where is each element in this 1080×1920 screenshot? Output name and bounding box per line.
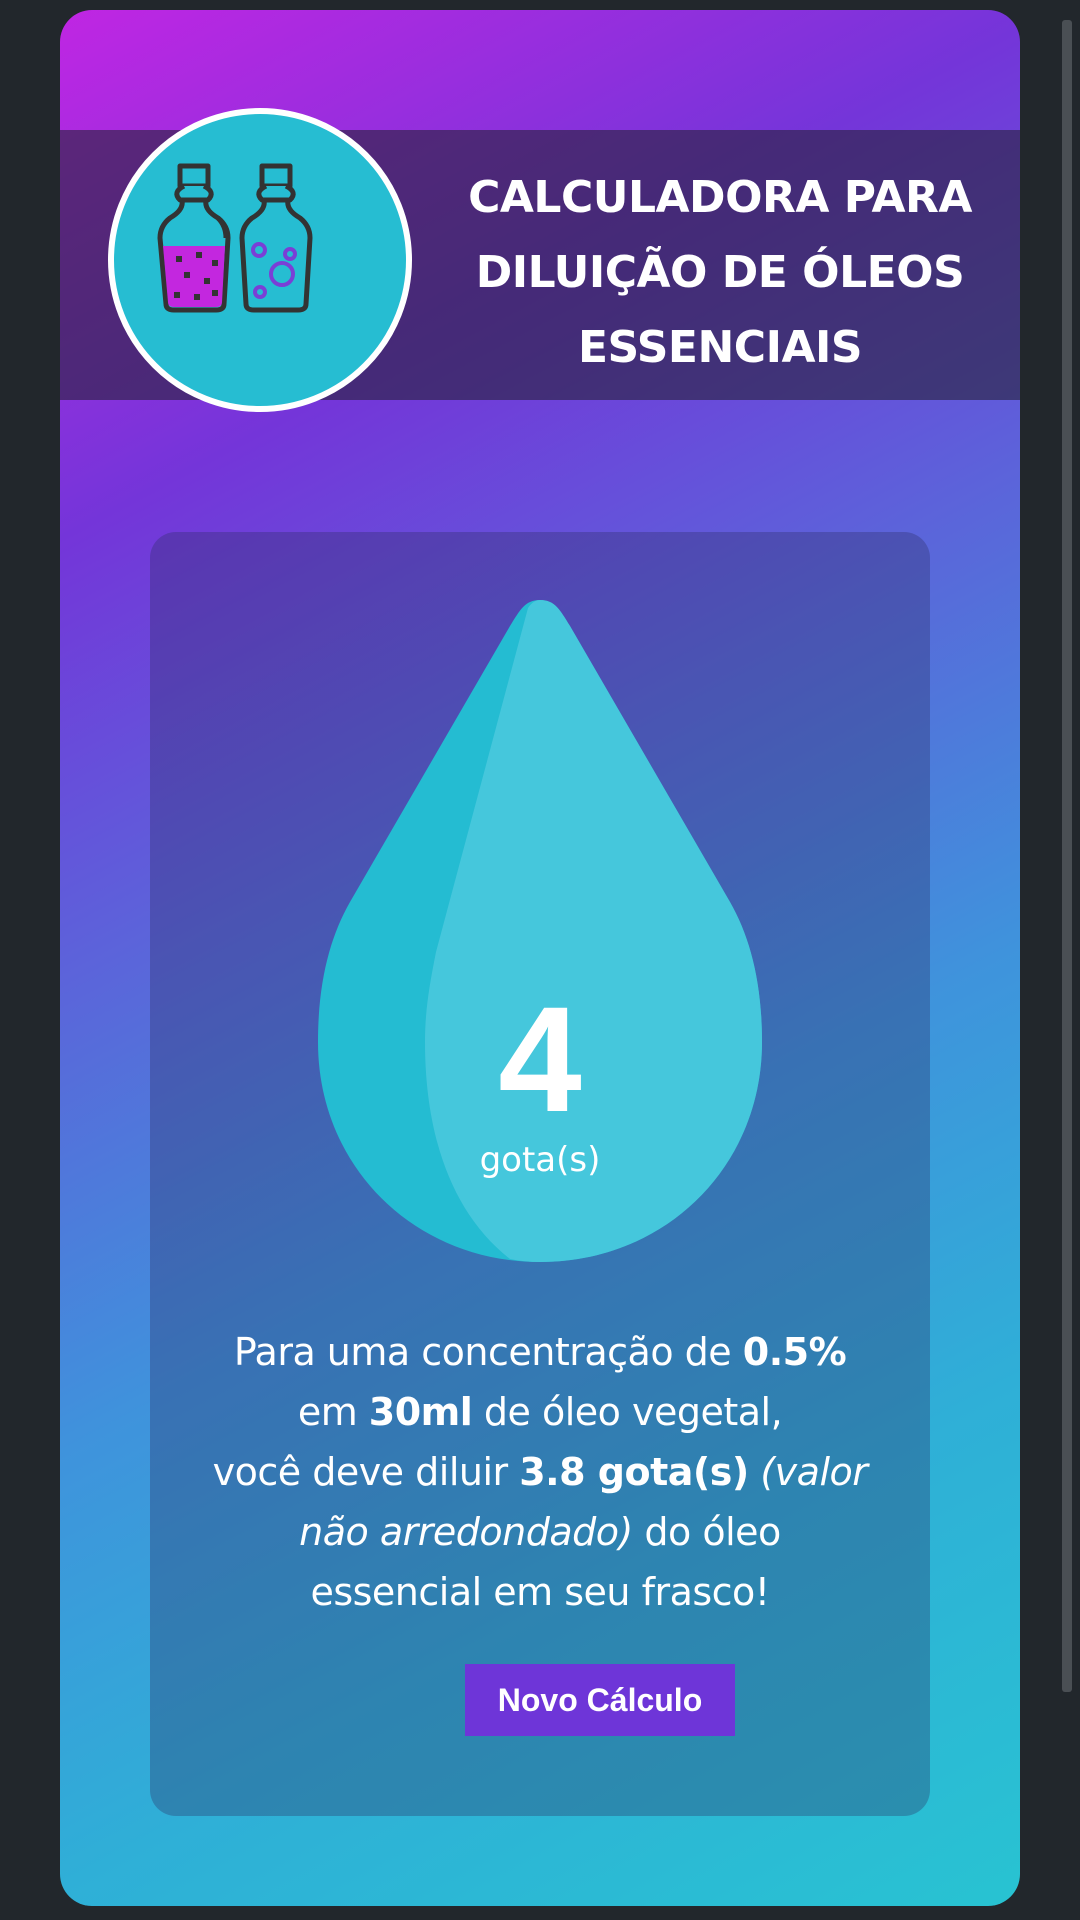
result-card: 4 gota(s) Para uma concentração de 0.5% … bbox=[150, 532, 930, 1816]
result-text: Para uma concentração de 0.5% em 30ml de… bbox=[210, 1322, 870, 1622]
essential-oil-bottles-icon bbox=[157, 163, 313, 313]
logo bbox=[108, 108, 412, 412]
result-text-part: de óleo vegetal, bbox=[472, 1390, 783, 1434]
result-text-part: em bbox=[297, 1390, 369, 1434]
new-calculation-button[interactable]: Novo Cálculo bbox=[465, 1664, 735, 1736]
result-text-part: você deve diluir bbox=[212, 1450, 520, 1494]
volume-value: 30ml bbox=[368, 1390, 473, 1434]
page-title: CALCULADORA PARA DILUIÇÃO DE ÓLEOS ESSEN… bbox=[468, 172, 972, 373]
drops-rounded-value: 4 bbox=[498, 975, 582, 1143]
drops-exact-value: 3.8 gota(s) bbox=[519, 1450, 749, 1494]
scrollbar[interactable] bbox=[1062, 20, 1072, 1692]
concentration-value: 0.5% bbox=[742, 1330, 847, 1374]
result-text-part: Para uma concentração de bbox=[233, 1330, 743, 1374]
drops-unit-label: gota(s) bbox=[479, 1140, 601, 1180]
app-container: CALCULADORA PARA DILUIÇÃO DE ÓLEOS ESSEN… bbox=[60, 10, 1020, 1906]
